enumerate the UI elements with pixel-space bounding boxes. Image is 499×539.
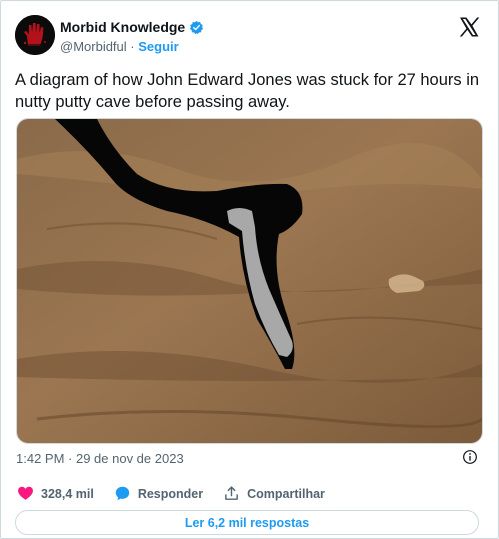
action-bar: 328,4 mil Responder Compartilhar [17, 485, 345, 502]
author-name[interactable]: Morbid Knowledge [60, 19, 185, 35]
heart-icon [18, 486, 33, 500]
like-button[interactable]: 328,4 mil [17, 485, 94, 502]
handle-separator: · [130, 39, 135, 54]
share-button[interactable]: Compartilhar [223, 485, 325, 502]
reply-button[interactable]: Responder [114, 485, 203, 502]
reply-label: Responder [137, 486, 204, 501]
follow-button[interactable]: Seguir [138, 39, 178, 54]
red-hand-icon [15, 15, 55, 55]
tweet-image[interactable] [16, 118, 483, 444]
avatar[interactable] [15, 15, 55, 55]
reply-bubble-icon [115, 486, 130, 501]
x-logo-icon[interactable] [457, 15, 481, 39]
read-replies-button[interactable]: Ler 6,2 mil respostas [15, 510, 479, 535]
author-handle-row: @Morbidful · Seguir [60, 39, 179, 54]
tweet-text: A diagram of how John Edward Jones was s… [15, 71, 480, 111]
verified-badge-icon [190, 20, 204, 34]
tweet-card: Morbid Knowledge @Morbidful · Seguir A d… [0, 0, 499, 539]
share-label: Compartilhar [247, 486, 325, 501]
like-count: 328,4 mil [41, 486, 94, 501]
share-upload-icon [225, 486, 238, 500]
tweet-timestamp[interactable]: 1:42 PM · 29 de nov de 2023 [16, 451, 184, 466]
cave-diagram-image [17, 119, 482, 443]
author-handle[interactable]: @Morbidful [60, 39, 127, 54]
info-icon[interactable] [462, 449, 478, 465]
author-name-row[interactable]: Morbid Knowledge [60, 19, 204, 35]
